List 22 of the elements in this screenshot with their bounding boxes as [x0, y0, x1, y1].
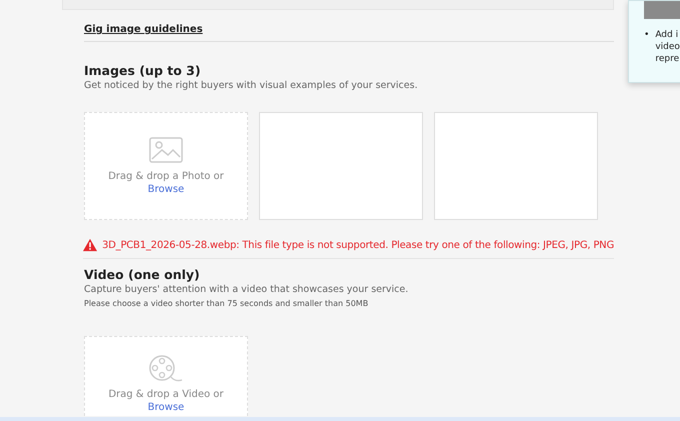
- section-subtitle: Get noticed by the right buyers with visual examples of your services.: [84, 80, 419, 91]
- browse-link[interactable]: Browse: [148, 184, 184, 195]
- tip-text: Add i: [655, 29, 680, 41]
- section-subtitle: Capture buyers' attention with a video that showcases your service.: [84, 284, 410, 295]
- image-slot[interactable]: [434, 112, 598, 220]
- browse-link[interactable]: Browse: [148, 402, 184, 413]
- error-message: 3D_PCB1_2026-05-28.webp: This file type is not supported. Please try one of the following: JPEG, JPG, PNG: [102, 240, 614, 250]
- guidelines-link[interactable]: Gig image guidelines: [84, 24, 203, 35]
- section-title: Video (one only): [84, 267, 201, 282]
- section-title: Images (up to 3): [84, 63, 202, 78]
- tip-text: video: [655, 41, 680, 53]
- photo-dropzone[interactable]: Drag & drop a Photo or Browse: [84, 112, 248, 220]
- warning-icon: [83, 238, 98, 252]
- video-note: Please choose a video shorter than 75 seconds and smaller than 50MB: [84, 299, 370, 308]
- film-reel-icon: [149, 355, 183, 383]
- tip-text: repre: [655, 53, 680, 65]
- dropzone-prompt: Drag & drop a Photo or: [108, 171, 224, 182]
- dropzone-prompt: Drag & drop a Video or: [108, 389, 224, 400]
- video-dropzone[interactable]: Drag & drop a Video or Browse: [84, 336, 248, 416]
- bullet-mark: •: [644, 29, 650, 42]
- image-icon: [149, 137, 183, 163]
- image-slot[interactable]: [259, 112, 423, 220]
